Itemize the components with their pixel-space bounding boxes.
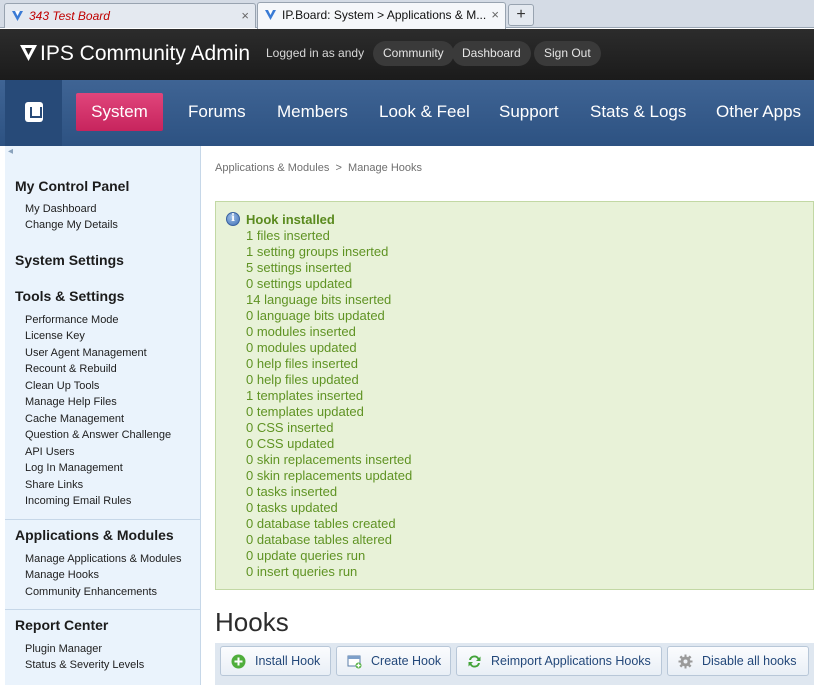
sidebar-item-community-enhancements[interactable]: Community Enhancements — [25, 586, 157, 598]
nav-tab-other-apps[interactable]: Other Apps — [716, 102, 801, 122]
message-line: 0 CSS inserted — [246, 420, 334, 435]
install-hook-button[interactable]: Install Hook — [220, 646, 331, 676]
message-line: 0 settings updated — [246, 276, 353, 291]
sidebar-item-cache-management[interactable]: Cache Management — [25, 413, 124, 425]
hooks-toolbar: Install Hook Create Hook Reimport Applic… — [215, 643, 814, 685]
sidebar-divider — [5, 519, 201, 520]
add-icon — [231, 654, 246, 669]
main-navigation: System Forums Members Look & Feel Suppor… — [0, 80, 814, 146]
logged-in-status: Logged in as andy — [266, 46, 365, 60]
sidebar-item-clean-up-tools[interactable]: Clean Up Tools — [25, 380, 99, 392]
nav-tab-look-and-feel[interactable]: Look & Feel — [379, 102, 470, 122]
nav-tab-stats-and-logs[interactable]: Stats & Logs — [590, 102, 686, 122]
button-label: Disable all hooks — [702, 654, 797, 668]
sidebar-item-api-users[interactable]: API Users — [25, 446, 75, 458]
close-tab-icon[interactable]: × — [241, 4, 249, 28]
browser-tab-ipboard-system[interactable]: IP.Board: System > Applications & M... × — [257, 2, 506, 29]
message-line: 1 setting groups inserted — [246, 244, 389, 259]
sidebar-item-share-links[interactable]: Share Links — [25, 479, 83, 491]
sidebar-item-manage-applications-modules[interactable]: Manage Applications & Modules — [25, 553, 182, 565]
ips-favicon-icon — [12, 11, 23, 21]
message-line: 14 language bits inserted — [246, 292, 392, 307]
refresh-icon — [468, 655, 481, 668]
ips-logo-icon — [20, 45, 37, 61]
sidebar: ◂ My Control Panel My Dashboard Change M… — [5, 146, 201, 685]
breadcrumb-current: Manage Hooks — [348, 162, 423, 174]
sidebar-item-recount-and-rebuild[interactable]: Recount & Rebuild — [25, 363, 117, 375]
browser-tab-test-board[interactable]: 343 Test Board × — [4, 3, 256, 28]
message-line: 0 language bits updated — [246, 308, 385, 323]
create-window-icon — [347, 655, 362, 669]
collapse-sidebar-icon[interactable]: ◂ — [8, 146, 13, 157]
sidebar-item-license-key[interactable]: License Key — [25, 330, 85, 342]
sidebar-item-plugin-manager[interactable]: Plugin Manager — [25, 643, 102, 655]
message-line: 1 files inserted — [246, 228, 330, 243]
admin-top-bar: IPS Community Admin Logged in as andy Co… — [0, 29, 814, 80]
sidebar-item-change-my-details[interactable]: Change My Details — [25, 219, 118, 231]
message-line: 0 tasks inserted — [246, 484, 338, 499]
message-line: 0 templates updated — [246, 404, 364, 419]
message-line: 0 update queries run — [246, 548, 366, 563]
sidebar-item-manage-hooks[interactable]: Manage Hooks — [25, 569, 99, 581]
breadcrumb: Applications & Modules > Manage Hooks — [215, 162, 422, 174]
admin-brand[interactable]: IPS Community Admin — [20, 40, 250, 68]
button-label: Create Hook — [371, 654, 442, 668]
browser-tab-strip: 343 Test Board × IP.Board: System > Appl… — [0, 0, 814, 29]
message-line: 1 templates inserted — [246, 388, 364, 403]
sidebar-divider — [5, 609, 201, 610]
message-line: 0 help files inserted — [246, 356, 359, 371]
dashboard-button[interactable]: Dashboard — [452, 41, 531, 66]
sidebar-section-title: My Control Panel — [15, 178, 130, 194]
sidebar-section-title: Report Center — [15, 617, 109, 633]
admin-brand-label: IPS Community Admin — [40, 42, 251, 65]
sidebar-item-question-answer-challenge[interactable]: Question & Answer Challenge — [25, 429, 171, 441]
info-icon: i — [226, 212, 240, 226]
sidebar-item-status-severity-levels[interactable]: Status & Severity Levels — [25, 659, 144, 671]
message-line: 0 tasks updated — [246, 500, 338, 515]
sidebar-item-incoming-email-rules[interactable]: Incoming Email Rules — [25, 495, 131, 507]
message-line: 5 settings inserted — [246, 260, 352, 275]
button-label: Reimport Applications Hooks — [491, 654, 651, 668]
nav-tab-support[interactable]: Support — [499, 102, 559, 122]
new-tab-button[interactable]: + — [508, 4, 534, 26]
sidebar-item-log-in-management[interactable]: Log In Management — [25, 462, 123, 474]
message-line: 0 CSS updated — [246, 436, 335, 451]
disable-all-hooks-button[interactable]: Disable all hooks — [667, 646, 809, 676]
ips-favicon-icon — [265, 10, 276, 20]
page-title: Hooks — [215, 607, 289, 637]
home-logo-button[interactable] — [5, 80, 62, 146]
message-line: 0 database tables created — [246, 516, 396, 531]
message-line: 0 database tables altered — [246, 532, 392, 547]
reimport-applications-hooks-button[interactable]: Reimport Applications Hooks — [456, 646, 662, 676]
breadcrumb-separator: > — [335, 162, 342, 174]
message-line: 0 modules inserted — [246, 324, 356, 339]
nav-tab-members[interactable]: Members — [277, 102, 348, 122]
close-tab-icon[interactable]: × — [491, 3, 499, 27]
message-line: 0 help files updated — [246, 372, 359, 387]
sidebar-section-title[interactable]: System Settings — [15, 252, 124, 268]
message-line: 0 modules updated — [246, 340, 357, 355]
sidebar-item-manage-help-files[interactable]: Manage Help Files — [25, 396, 117, 408]
sidebar-section-title: Tools & Settings — [15, 288, 125, 304]
gear-icon — [678, 654, 693, 669]
sidebar-item-user-agent-management[interactable]: User Agent Management — [25, 347, 147, 359]
hook-installed-message: i Hook installed 1 files inserted 1 setti… — [215, 201, 814, 590]
nav-tab-system[interactable]: System — [76, 93, 163, 131]
tab-title: IP.Board: System > Applications & M... — [282, 8, 487, 22]
sidebar-item-my-dashboard[interactable]: My Dashboard — [25, 203, 97, 215]
community-button[interactable]: Community — [373, 41, 454, 66]
message-line: 0 insert queries run — [246, 564, 358, 579]
breadcrumb-link[interactable]: Applications & Modules — [215, 162, 329, 174]
sign-out-button[interactable]: Sign Out — [534, 41, 601, 66]
button-label: Install Hook — [255, 654, 321, 668]
message-line: 0 skin replacements updated — [246, 468, 413, 483]
sidebar-item-performance-mode[interactable]: Performance Mode — [25, 314, 119, 326]
ips-logo-icon — [25, 102, 43, 122]
sidebar-section-title: Applications & Modules — [15, 527, 174, 543]
nav-tab-forums[interactable]: Forums — [188, 102, 246, 122]
create-hook-button[interactable]: Create Hook — [336, 646, 451, 676]
message-title: Hook installed — [246, 212, 335, 227]
tab-title: 343 Test Board — [29, 9, 110, 23]
message-line: 0 skin replacements inserted — [246, 452, 412, 467]
